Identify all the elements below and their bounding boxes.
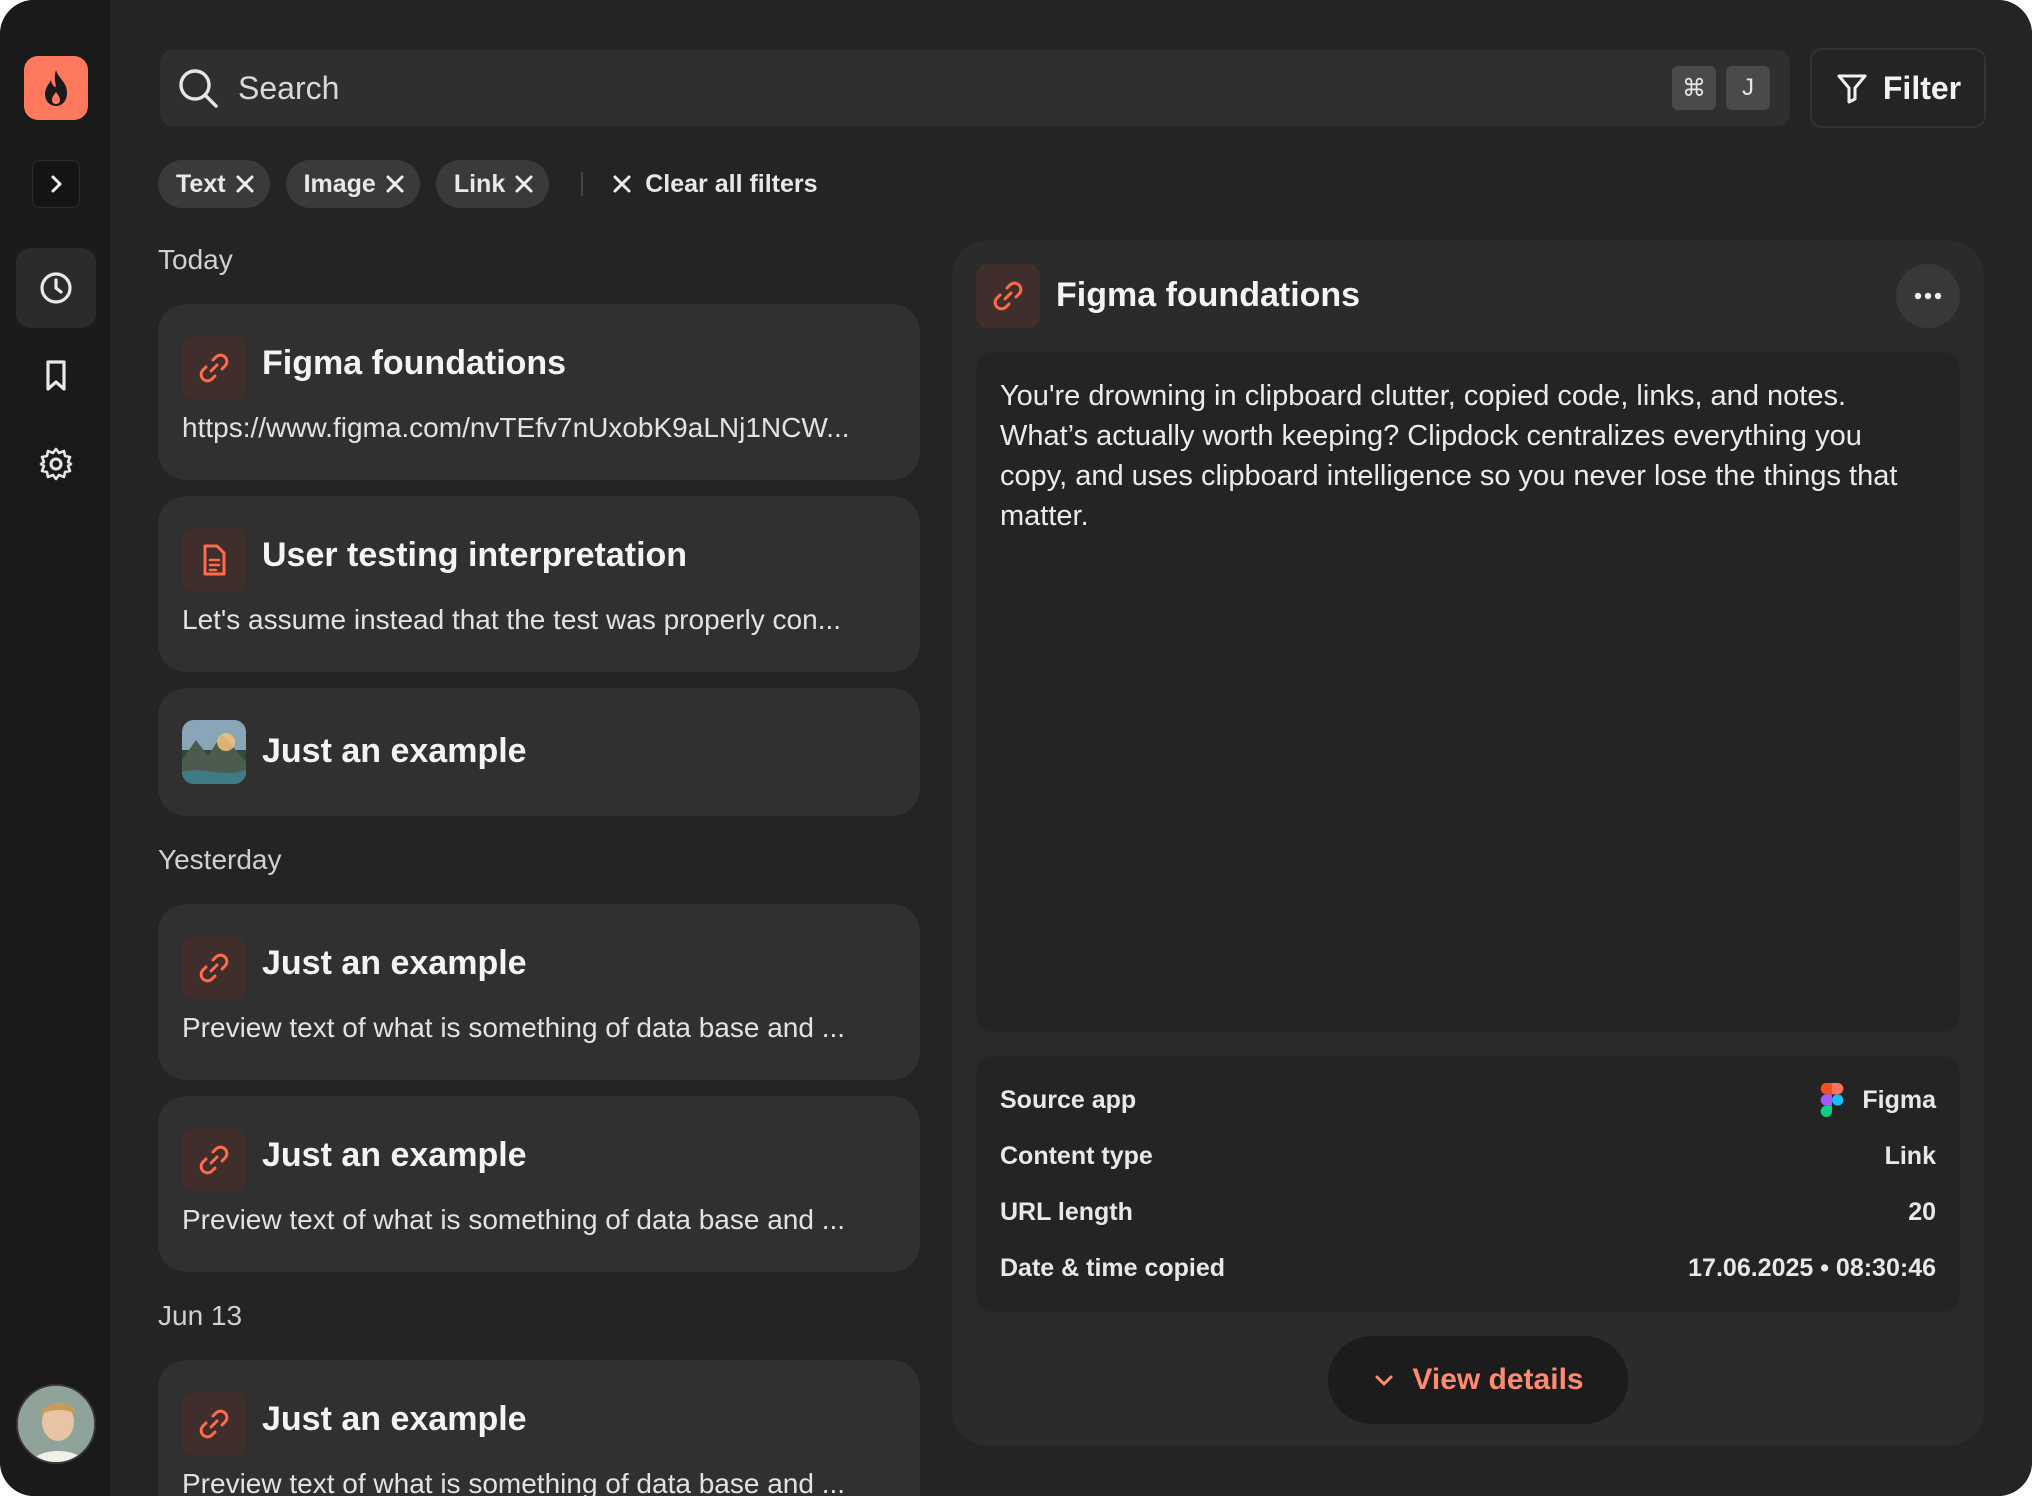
detail-title: Figma foundations: [1056, 276, 1361, 314]
meta-value: 20: [1908, 1197, 1936, 1226]
meta-value: 17.06.2025 • 08:30:46: [1688, 1253, 1936, 1282]
item-title: Just an example: [262, 1136, 527, 1174]
sidebar: [0, 0, 110, 1496]
meta-label: URL length: [1000, 1197, 1133, 1226]
main-area: Search ⌘ J Filter Text Image Link Clear …: [110, 0, 2032, 1496]
list-item[interactable]: Figma foundations https://www.figma.com/…: [158, 304, 920, 480]
more-horizontal-icon: [1914, 292, 1942, 300]
link-icon: [199, 1409, 229, 1439]
user-avatar[interactable]: [16, 1384, 96, 1464]
gear-icon: [39, 447, 73, 481]
item-type-badge: [182, 528, 246, 592]
meta-label: Content type: [1000, 1141, 1153, 1170]
expand-sidebar-button[interactable]: [32, 160, 80, 208]
clipboard-content[interactable]: You're drowning in clipboard clutter, co…: [976, 352, 1960, 1032]
sidebar-item-bookmarks[interactable]: [16, 336, 96, 416]
meta-row-content-type: Content type Link: [1000, 1136, 1936, 1176]
flame-icon: [45, 70, 67, 106]
filter-chip-image[interactable]: Image: [285, 160, 420, 208]
close-icon: [613, 175, 631, 193]
landscape-image: [182, 720, 246, 784]
meta-value: Link: [1884, 1141, 1936, 1170]
app-window: Search ⌘ J Filter Text Image Link Clear …: [0, 0, 2032, 1496]
clear-all-filters-label: Clear all filters: [645, 169, 818, 198]
detail-type-badge: [976, 264, 1040, 328]
filter-chip-label: Text: [176, 169, 226, 198]
link-icon: [199, 953, 229, 983]
view-details-button[interactable]: View details: [1328, 1336, 1628, 1424]
sidebar-item-settings[interactable]: [16, 424, 96, 504]
item-title: User testing interpretation: [262, 536, 688, 574]
item-thumbnail: [182, 720, 246, 784]
list-item[interactable]: Just an example Preview text of what is …: [158, 1096, 920, 1272]
shortcut-key-cmd: ⌘: [1672, 66, 1716, 110]
meta-label: Source app: [1000, 1085, 1137, 1114]
close-icon[interactable]: [513, 173, 535, 195]
avatar-image: [18, 1386, 94, 1462]
chevron-down-icon: [1375, 1375, 1393, 1386]
item-type-badge: [182, 1392, 246, 1456]
list-item[interactable]: Just an example: [158, 688, 920, 816]
meta-row-source-app: Source app Figma: [1000, 1080, 1936, 1120]
filter-button[interactable]: Filter: [1810, 48, 1986, 128]
bookmark-icon: [46, 360, 66, 391]
link-icon: [199, 1145, 229, 1175]
group-label-today: Today: [158, 244, 233, 275]
search-placeholder: Search: [238, 69, 340, 106]
link-icon: [199, 353, 229, 383]
sidebar-item-history[interactable]: [16, 248, 96, 328]
item-type-badge: [182, 1128, 246, 1192]
app-logo[interactable]: [24, 56, 88, 120]
list-item[interactable]: User testing interpretation Let's assume…: [158, 496, 920, 672]
more-options-button[interactable]: [1896, 264, 1960, 328]
meta-row-date-copied: Date & time copied 17.06.2025 • 08:30:46: [1000, 1248, 1936, 1288]
filter-icon: [1837, 74, 1867, 104]
chevron-right-icon: [51, 175, 62, 193]
item-type-badge: [182, 336, 246, 400]
group-label-yesterday: Yesterday: [158, 844, 282, 875]
group-label-jun-13: Jun 13: [158, 1300, 243, 1331]
list-item[interactable]: Just an example Preview text of what is …: [158, 1360, 920, 1496]
view-details-label: View details: [1412, 1363, 1584, 1396]
meta-value: Figma: [1862, 1085, 1936, 1114]
chip-divider: [581, 172, 584, 196]
close-icon[interactable]: [384, 173, 406, 195]
item-title: Just an example: [262, 732, 527, 770]
item-preview: Let's assume instead that the test was p…: [182, 604, 842, 635]
item-preview: https://www.figma.com/nvTEfv7nUxobK9aLNj…: [182, 412, 850, 443]
close-icon[interactable]: [234, 173, 256, 195]
meta-row-url-length: URL length 20: [1000, 1192, 1936, 1232]
search-input[interactable]: Search ⌘ J: [160, 50, 1790, 126]
shortcut-key-j: J: [1726, 66, 1770, 110]
filter-button-label: Filter: [1882, 69, 1962, 106]
filter-chip-label: Image: [303, 169, 376, 198]
filter-chip-text[interactable]: Text: [158, 160, 270, 208]
clear-all-filters-button[interactable]: Clear all filters: [611, 169, 818, 199]
list-item[interactable]: Just an example Preview text of what is …: [158, 904, 920, 1080]
item-title: Just an example: [262, 944, 527, 982]
clock-icon: [40, 272, 72, 304]
document-icon: [203, 544, 226, 576]
active-filter-chips: Text Image Link Clear all filters: [158, 160, 818, 208]
filter-chip-link[interactable]: Link: [435, 160, 550, 208]
figma-icon: [1821, 1083, 1844, 1117]
search-icon: [179, 69, 218, 108]
meta-label: Date & time copied: [1000, 1253, 1226, 1282]
item-title: Just an example: [262, 1400, 527, 1438]
item-preview: Preview text of what is something of dat…: [182, 1204, 846, 1235]
item-type-badge: [182, 936, 246, 1000]
item-preview: Preview text of what is something of dat…: [182, 1012, 846, 1043]
detail-panel: Figma foundations You're drowning in cli…: [952, 240, 1984, 1446]
metadata-table: Source app Figma Content type Link URL l…: [976, 1056, 1960, 1312]
item-preview: Preview text of what is something of dat…: [182, 1468, 846, 1496]
filter-chip-label: Link: [453, 169, 506, 198]
link-icon: [993, 281, 1023, 311]
item-title: Figma foundations: [262, 344, 567, 382]
